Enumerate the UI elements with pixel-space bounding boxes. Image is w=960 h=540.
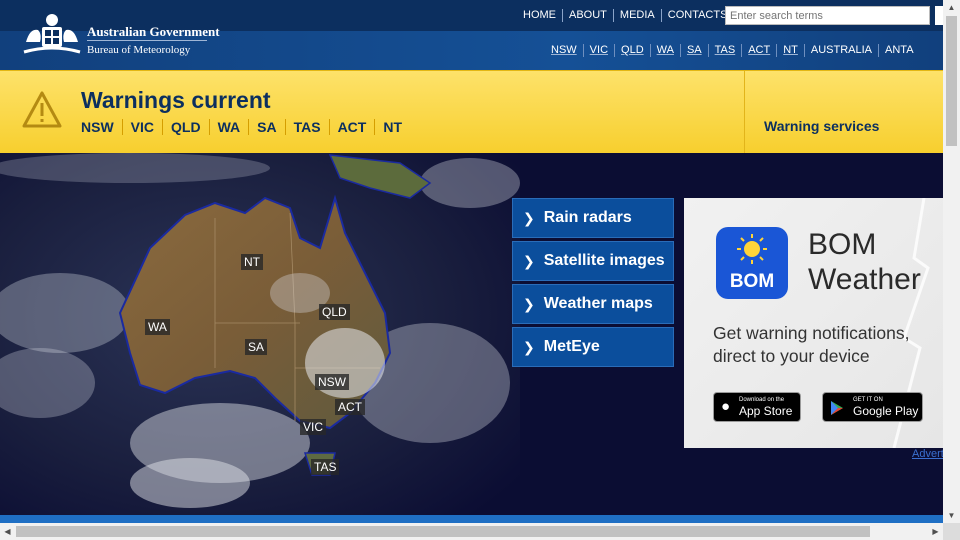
warning-services-link[interactable]: Warning services	[764, 118, 879, 134]
nav-about-link[interactable]: ABOUT	[562, 9, 613, 22]
warning-link-sa[interactable]: SA	[248, 119, 284, 135]
search-input[interactable]	[725, 6, 930, 25]
vertical-scroll-thumb[interactable]	[946, 16, 957, 146]
vertical-scrollbar[interactable]: ▲ ▼	[943, 0, 960, 523]
state-link-nt[interactable]: NT	[776, 44, 804, 57]
menu-label: Satellite images	[543, 252, 665, 269]
chevron-right-icon: ❯	[523, 252, 535, 269]
state-link-tas[interactable]: TAS	[707, 44, 742, 57]
ad-title-line2: Weather	[808, 263, 921, 296]
search-button[interactable]	[935, 6, 943, 25]
satellite-image[interactable]	[0, 153, 520, 515]
org-name[interactable]: Australian Government	[87, 24, 220, 40]
warnings-banner: Warnings current NSW VIC QLD WA SA TAS A…	[0, 70, 943, 154]
state-link-sa[interactable]: SA	[679, 44, 708, 57]
scroll-down-arrow-icon[interactable]: ▼	[943, 508, 960, 523]
weather-maps-button[interactable]: ❯ Weather maps	[512, 284, 674, 324]
meteye-button[interactable]: ❯ MetEye	[512, 327, 674, 367]
map-label-nsw[interactable]: NSW	[315, 374, 349, 390]
google-play-icon	[831, 401, 843, 415]
ad-description: Get warning notifications, direct to you…	[713, 323, 910, 366]
chevron-right-icon: ❯	[523, 209, 535, 226]
ad-title-line1: BOM	[808, 228, 877, 261]
apple-icon: ●	[721, 398, 731, 415]
state-link-vic[interactable]: VIC	[582, 44, 614, 57]
warning-link-vic[interactable]: VIC	[121, 119, 162, 135]
warnings-state-links: NSW VIC QLD WA SA TAS ACT NT	[81, 119, 410, 135]
scroll-up-arrow-icon[interactable]: ▲	[943, 0, 960, 15]
site-header: Australian Government Bureau of Meteorol…	[0, 0, 943, 70]
bureau-name[interactable]: Bureau of Meteorology	[87, 44, 190, 56]
horizontal-scrollbar[interactable]: ◀ ▶	[0, 523, 943, 540]
section-divider-bar	[0, 515, 943, 523]
menu-label: Rain radars	[543, 209, 632, 226]
warning-link-qld[interactable]: QLD	[162, 119, 209, 135]
warning-link-nsw[interactable]: NSW	[81, 119, 122, 135]
bom-weather-app-advert[interactable]: BOM BOM Weather Get warning notification…	[684, 198, 943, 448]
warning-link-wa[interactable]: WA	[208, 119, 249, 135]
warning-link-tas[interactable]: TAS	[284, 119, 329, 135]
weather-menu: ❯ Rain radars ❯ Satellite images ❯ Weath…	[512, 198, 674, 370]
rain-radars-button[interactable]: ❯ Rain radars	[512, 198, 674, 238]
advertisement-link[interactable]: Advert	[912, 448, 943, 460]
bom-app-icon[interactable]: BOM	[716, 227, 788, 299]
state-link-wa[interactable]: WA	[649, 44, 680, 57]
appstore-small-label: Download on the	[739, 397, 785, 403]
warning-link-act[interactable]: ACT	[328, 119, 375, 135]
browser-viewport: Australian Government Bureau of Meteorol…	[0, 0, 943, 523]
state-link-qld[interactable]: QLD	[614, 44, 650, 57]
satellite-images-button[interactable]: ❯ Satellite images	[512, 241, 674, 281]
map-label-sa[interactable]: SA	[245, 339, 268, 355]
scrollbar-corner	[943, 523, 960, 540]
map-label-tas[interactable]: TAS	[311, 459, 340, 475]
state-link-antarctica[interactable]: ANTA	[878, 44, 920, 57]
menu-label: Weather maps	[543, 295, 653, 312]
state-link-australia[interactable]: AUSTRALIA	[803, 44, 878, 57]
horizontal-scroll-thumb[interactable]	[16, 526, 870, 537]
map-label-wa[interactable]: WA	[145, 319, 170, 335]
scroll-right-arrow-icon[interactable]: ▶	[928, 523, 943, 540]
nav-contacts-link[interactable]: CONTACTS	[660, 9, 734, 22]
app-icon-label: BOM	[729, 271, 775, 292]
chevron-right-icon: ❯	[523, 338, 535, 355]
state-link-act[interactable]: ACT	[741, 44, 776, 57]
nav-media-link[interactable]: MEDIA	[612, 9, 661, 22]
map-label-nt[interactable]: NT	[241, 254, 263, 270]
sun-icon	[737, 234, 767, 264]
warning-triangle-icon	[22, 91, 62, 128]
appstore-big-label: App Store	[739, 404, 793, 418]
google-play-button[interactable]: GET IT ON Google Play	[822, 392, 923, 422]
scroll-left-arrow-icon[interactable]: ◀	[0, 523, 15, 540]
state-navigation: NSW VIC QLD WA SA TAS ACT NT AUSTRALIA A…	[545, 44, 920, 57]
warnings-title[interactable]: Warnings current	[81, 87, 271, 114]
state-link-nsw[interactable]: NSW	[545, 44, 583, 57]
menu-label: MetEye	[543, 338, 600, 355]
play-big-label: Google Play	[853, 404, 919, 418]
nav-home-link[interactable]: HOME	[517, 9, 562, 22]
map-label-act[interactable]: ACT	[335, 399, 365, 415]
app-store-button[interactable]: ● Download on the App Store	[713, 392, 801, 422]
map-label-qld[interactable]: QLD	[319, 304, 350, 320]
top-navigation: HOME ABOUT MEDIA CONTACTS	[517, 9, 733, 22]
coat-of-arms-logo[interactable]	[20, 12, 84, 58]
map-label-vic[interactable]: VIC	[300, 419, 327, 435]
warning-link-nt[interactable]: NT	[374, 119, 410, 135]
play-small-label: GET IT ON	[853, 397, 883, 403]
chevron-right-icon: ❯	[523, 295, 535, 312]
satellite-map-section: NT WA QLD SA NSW ACT VIC TAS ❯ Rain rada…	[0, 153, 943, 523]
